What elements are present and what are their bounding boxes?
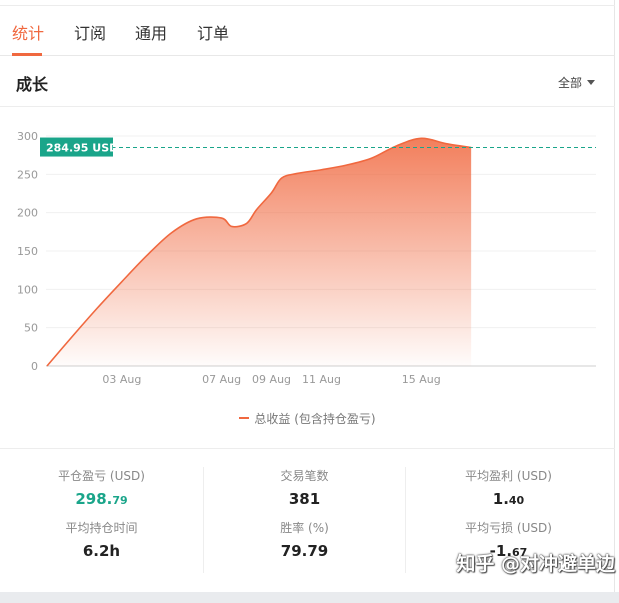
tab-statistics[interactable]: 统计 [12, 20, 44, 44]
x-tick-label: 11 Aug [302, 373, 341, 386]
stat-value: 381 [288, 490, 321, 508]
range-dropdown-label: 全部 [557, 76, 582, 90]
range-dropdown[interactable]: 全部 [558, 74, 595, 91]
stat-label: 胜率 (%) [280, 521, 329, 535]
growth-chart: 0 50 100 150 200 250 300 03 Aug 07 Aug 09 Aug 11 … [17, 130, 596, 386]
series-area [47, 138, 472, 366]
bottom-bar [0, 592, 619, 603]
stat-value-int: 298. [75, 490, 113, 508]
section-header: 成长 全部 [0, 57, 615, 107]
chart-legend[interactable]: 总收益 (包含持仓盈亏) [0, 410, 615, 427]
panel: 统计 订阅 通用 订单 成长 全部 0 50 100 150 200 250 300 03 … [0, 0, 615, 603]
stat-value-dec: 40 [508, 494, 525, 507]
stat-value: 79.79 [280, 542, 329, 560]
y-tick-label: 0 [31, 360, 38, 373]
stat-label: 交易笔数 [280, 469, 329, 483]
y-tick-label: 300 [17, 130, 38, 143]
y-tick-label: 100 [17, 283, 38, 296]
stat-win-rate: 胜率 (%) 79.79 [204, 519, 405, 571]
stat-label: 平均盈利 (USD) [465, 469, 552, 483]
legend-swatch [239, 416, 250, 419]
stat-label: 平均持仓时间 [65, 521, 138, 535]
stat-value: 298.79 [0, 487, 203, 513]
stat-label: 平仓盈亏 (USD) [58, 469, 145, 483]
x-tick-label: 07 Aug [202, 373, 241, 386]
stat-avg-profit: 平均盈利 (USD) 1.40 [407, 467, 610, 519]
tab-subscription[interactable]: 订阅 [74, 20, 106, 44]
watermark: 知乎 @对冲避单边 [456, 553, 615, 575]
x-tick-label: 15 Aug [402, 373, 441, 386]
y-tick-label: 200 [17, 207, 38, 220]
stat-avg-hold-time: 平均持仓时间 6.2h [0, 519, 203, 571]
section-title: 成长 [16, 75, 49, 94]
tab-orders[interactable]: 订单 [197, 20, 229, 44]
stat-trade-count: 交易笔数 381 [204, 467, 405, 519]
y-tick-label: 250 [17, 168, 38, 181]
legend-label: 总收益 (包含持仓盈亏) [254, 412, 376, 426]
stat-value-dec: 79 [112, 494, 128, 507]
stats-column-2: 交易笔数 381 胜率 (%) 79.79 [203, 467, 406, 573]
stat-realized-pnl: 平仓盈亏 (USD) 298.79 [0, 467, 203, 519]
x-tick-label: 09 Aug [252, 373, 291, 386]
caret-down-icon [587, 80, 595, 85]
stat-label: 平均亏损 (USD) [465, 521, 552, 535]
tab-general[interactable]: 通用 [135, 20, 167, 44]
reference-label: 284.95 USD [46, 142, 118, 155]
active-tab-indicator [12, 53, 42, 56]
y-tick-label: 50 [24, 322, 38, 335]
y-tick-label: 150 [17, 245, 38, 258]
tab-bar: 统计 订阅 通用 订单 [0, 6, 615, 56]
stats-column-1: 平仓盈亏 (USD) 298.79 平均持仓时间 6.2h [0, 467, 203, 571]
stat-value-int: 1. [492, 490, 509, 508]
stat-value: 1.40 [407, 487, 610, 513]
stat-value: 6.2h [82, 542, 121, 560]
x-tick-label: 03 Aug [102, 373, 141, 386]
